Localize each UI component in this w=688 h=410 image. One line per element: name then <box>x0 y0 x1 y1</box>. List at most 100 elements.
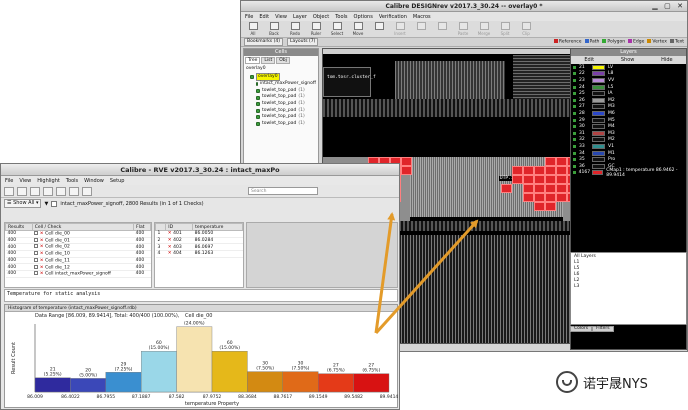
toolbar-button-5[interactable]: Move <box>349 21 367 37</box>
rve-menu-tools[interactable]: Tools <box>66 178 78 184</box>
tree-item[interactable]: towlet_top_pad (1) <box>246 114 316 121</box>
cell-visible-icon[interactable] <box>256 102 260 107</box>
layer-visible-icon[interactable] <box>573 72 576 76</box>
toolbar-button-7[interactable]: Insert <box>391 21 409 37</box>
legend-item-path[interactable]: Path <box>584 39 599 45</box>
menu-options[interactable]: Options <box>354 14 373 20</box>
legend-item-reference[interactable]: Reference <box>553 39 582 45</box>
layer-row[interactable]: 30 M4 <box>571 123 686 130</box>
histogram-bar[interactable] <box>176 326 213 393</box>
layer-row[interactable]: 34 M1 <box>571 150 686 157</box>
open-icon[interactable] <box>4 186 14 196</box>
tree-item[interactable]: intact_maxPower_signoff <box>246 81 316 88</box>
menu-tools[interactable]: Tools <box>335 14 347 20</box>
layer-row[interactable]: 26 M2 <box>571 97 686 104</box>
filter-icon[interactable]: ▼ <box>44 201 48 207</box>
tree-root[interactable]: overlay0 <box>246 66 316 73</box>
layer-row[interactable]: 23 VV <box>571 77 686 84</box>
checks-row[interactable]: 400 ✕ Cell die_01 400 <box>5 237 151 245</box>
highlight-icon[interactable] <box>30 186 40 196</box>
layer-row[interactable]: 29 M5 <box>571 117 686 124</box>
toolbar-button-8[interactable] <box>412 21 430 37</box>
layers-tab-show[interactable]: Show <box>621 56 635 64</box>
legend-item-text[interactable]: Text <box>669 39 684 45</box>
toolbar-button-10[interactable]: Paste <box>454 21 472 37</box>
search-input[interactable]: Search <box>248 187 318 195</box>
rve-menu-highlight[interactable]: Highlight <box>37 178 60 184</box>
histogram-bar[interactable] <box>353 373 390 393</box>
layer-row[interactable]: 24 L5 <box>571 84 686 91</box>
toolbar-button-12[interactable]: Split <box>496 21 514 37</box>
cell-visible-icon[interactable] <box>256 115 260 120</box>
layer-visible-icon[interactable] <box>573 144 576 148</box>
layer-visible-icon[interactable] <box>573 111 576 115</box>
results-row[interactable]: 1 ✕ 401 86.0050 <box>155 230 243 238</box>
histogram-bar[interactable] <box>140 351 177 393</box>
cell-visible-icon[interactable] <box>256 95 260 100</box>
menu-verification[interactable]: Verification <box>379 14 407 20</box>
layer-visible-icon[interactable] <box>573 138 576 142</box>
histogram-bar[interactable] <box>105 372 142 393</box>
toolbar-button-0[interactable]: All <box>244 21 262 37</box>
toolbar-button-13[interactable]: Clip <box>517 21 535 37</box>
toolbar-button-2[interactable]: Redo <box>286 21 304 37</box>
toolbar-button-6[interactable] <box>370 21 388 37</box>
legend-item-vertex[interactable]: Vertex <box>647 39 667 45</box>
layer-row[interactable]: 33 V1 <box>571 143 686 150</box>
tree-item[interactable]: towlet_top_pad (1) <box>246 94 316 101</box>
layer-visible-icon[interactable] <box>573 78 576 82</box>
layers-tab-edit[interactable]: Edit <box>584 56 594 64</box>
cell-visible-icon[interactable] <box>250 74 254 79</box>
checks-header-2[interactable]: Flat <box>133 223 151 231</box>
toolbar-button-11[interactable]: Merge <box>475 21 493 37</box>
results-header-0[interactable] <box>154 223 167 231</box>
layer-visible-icon[interactable] <box>573 151 576 155</box>
layer-visible-icon[interactable] <box>573 118 576 122</box>
toolbar-button-1[interactable]: Back <box>265 21 283 37</box>
layer-visible-icon[interactable] <box>573 92 576 96</box>
checks-row[interactable]: 400 ✕ Cell die_10 400 <box>5 250 151 258</box>
cell-visible-icon[interactable] <box>256 89 260 94</box>
cell-visible-icon[interactable] <box>256 122 260 127</box>
layer-row[interactable]: 32 M2 <box>571 137 686 144</box>
layers-tab-hide[interactable]: Hide <box>661 56 672 64</box>
histogram-bar[interactable] <box>282 371 319 393</box>
layer-row[interactable]: 4167 CMap1 : temperature 86.9462 - 89.941… <box>571 168 686 178</box>
menu-object[interactable]: Object <box>313 14 329 20</box>
layouts-button[interactable]: Layouts (7) <box>286 38 319 46</box>
checks-row[interactable]: 400 ✕ Cell intact_maxPower_signoff 400 <box>5 270 151 278</box>
layer-row[interactable]: 22 L8 <box>571 71 686 78</box>
menu-macros[interactable]: Macros <box>413 14 431 20</box>
layer-row[interactable]: 28 M6 <box>571 110 686 117</box>
layer-visible-icon[interactable] <box>573 105 576 109</box>
nav-icon[interactable] <box>69 186 79 196</box>
bookmarks-button[interactable]: Bookmarks (4) <box>244 38 283 46</box>
cells-tab-list[interactable]: List <box>261 57 276 64</box>
checks-row[interactable]: 400 ✕ Cell die_12 400 <box>5 263 151 272</box>
layer-visible-icon[interactable] <box>573 171 576 175</box>
results-row[interactable]: 2 ✕ 402 86.0284 <box>155 237 243 245</box>
tree-top-cell[interactable]: overlay0 <box>246 72 316 82</box>
rve-menu-window[interactable]: Window <box>84 178 104 184</box>
checks-row[interactable]: 400 ✕ Cell die_02 400 <box>5 243 151 252</box>
histogram-bar[interactable] <box>318 373 354 393</box>
toolbar-button-3[interactable]: Ruler <box>307 21 325 37</box>
checks-header-0[interactable]: Results <box>5 223 33 231</box>
menu-view[interactable]: View <box>275 14 287 20</box>
results-header-2[interactable]: temperature <box>192 223 243 231</box>
settings-icon[interactable] <box>82 186 92 196</box>
layers-bottom-tab-filters[interactable]: Filters <box>592 326 614 332</box>
layer-row[interactable]: 27 M3 <box>571 104 686 111</box>
checks-row[interactable]: 400 ✕ Cell die_00 400 <box>5 230 151 238</box>
window-controls[interactable]: ▁ ▢ ✕ <box>652 2 685 11</box>
layer-visible-icon[interactable] <box>573 65 576 69</box>
toolbar-button-9[interactable] <box>433 21 451 37</box>
layer-visible-icon[interactable] <box>573 131 576 135</box>
histogram-bar[interactable] <box>247 371 283 393</box>
layer-row[interactable]: 35 Pro <box>571 156 686 163</box>
layer-visible-icon[interactable] <box>573 85 576 89</box>
checks-row[interactable]: 400 ✕ Cell die_11 400 <box>5 257 151 265</box>
zoom-icon[interactable] <box>56 186 66 196</box>
results-row[interactable]: 4 ✕ 404 86.1263 <box>155 250 243 258</box>
checks-header-1[interactable]: Cell / Check <box>31 223 135 231</box>
